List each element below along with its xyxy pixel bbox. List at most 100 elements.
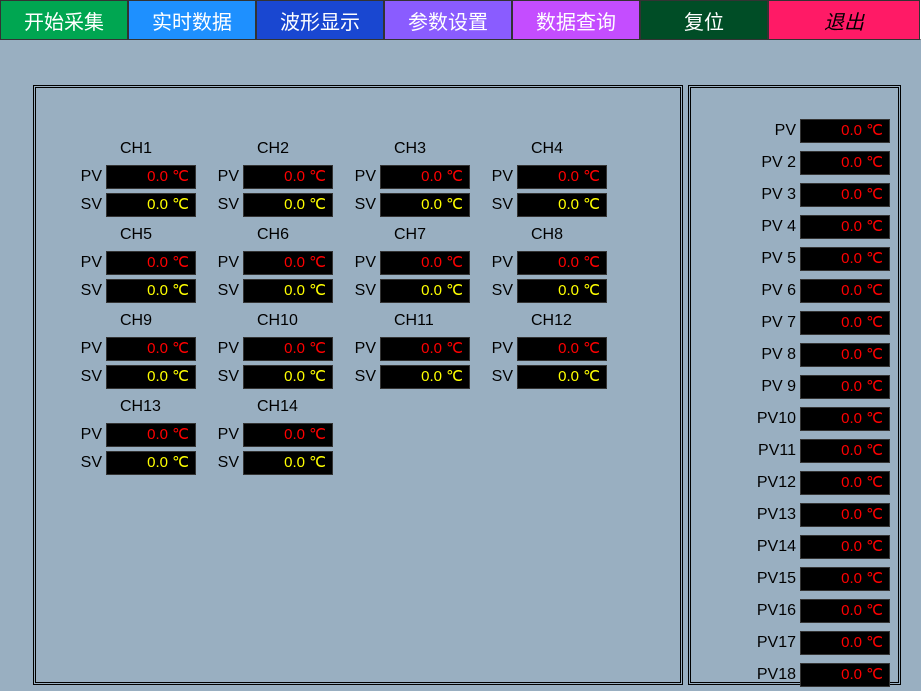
param-settings-button[interactable]: 参数设置 (384, 0, 512, 40)
sv-display: 0.0 ℃ (517, 193, 607, 217)
pv-list-display: 0.0 ℃ (800, 503, 890, 527)
data-query-button[interactable]: 数据查询 (512, 0, 640, 40)
pv-display: 0.0 ℃ (517, 165, 607, 189)
realtime-data-button[interactable]: 实时数据 (128, 0, 256, 40)
sv-display: 0.0 ℃ (380, 279, 470, 303)
channel-block: CH3PV0.0 ℃SV0.0 ℃ (350, 140, 485, 218)
start-acquire-button[interactable]: 开始采集 (0, 0, 128, 40)
pv-list-label: PV11 (758, 442, 796, 460)
pv-display: 0.0 ℃ (106, 251, 196, 275)
pv-display: 0.0 ℃ (243, 165, 333, 189)
pv-list-display: 0.0 ℃ (800, 279, 890, 303)
sv-label: SV (213, 282, 239, 300)
waveform-button[interactable]: 波形显示 (256, 0, 384, 40)
pv-list-label: PV 2 (761, 154, 796, 172)
pv-display: 0.0 ℃ (243, 423, 333, 447)
sv-label: SV (76, 368, 102, 386)
pv-list-label: PV18 (757, 666, 796, 684)
pv-list-display: 0.0 ℃ (800, 215, 890, 239)
exit-button[interactable]: 退出 (768, 0, 920, 40)
channel-block: CH10PV0.0 ℃SV0.0 ℃ (213, 312, 348, 390)
sv-label: SV (487, 368, 513, 386)
channel-block: CH1PV0.0 ℃SV0.0 ℃ (76, 140, 211, 218)
pv-row: PV0.0 ℃ (213, 422, 348, 448)
pv-list-label: PV 3 (761, 186, 796, 204)
sv-display: 0.0 ℃ (243, 279, 333, 303)
pv-label: PV (487, 168, 513, 186)
pv-list-row: PV110.0 ℃ (699, 438, 890, 464)
pv-display: 0.0 ℃ (380, 251, 470, 275)
pv-list-row: PV150.0 ℃ (699, 566, 890, 592)
pv-list-label: PV 6 (761, 282, 796, 300)
sv-row: SV0.0 ℃ (76, 450, 211, 476)
pv-label: PV (487, 340, 513, 358)
pv-list-row: PV100.0 ℃ (699, 406, 890, 432)
pv-list-display: 0.0 ℃ (800, 663, 890, 687)
channel-block: CH4PV0.0 ℃SV0.0 ℃ (487, 140, 622, 218)
pv-display: 0.0 ℃ (106, 165, 196, 189)
pv-list-row: PV140.0 ℃ (699, 534, 890, 560)
pv-list-row: PV120.0 ℃ (699, 470, 890, 496)
reset-button[interactable]: 复位 (640, 0, 768, 40)
pv-list-label: PV16 (757, 602, 796, 620)
pv-list-label: PV 7 (761, 314, 796, 332)
pv-list-display: 0.0 ℃ (800, 375, 890, 399)
pv-list-row: PV 60.0 ℃ (699, 278, 890, 304)
pv-label: PV (350, 168, 376, 186)
pv-row: PV0.0 ℃ (76, 422, 211, 448)
sv-label: SV (350, 282, 376, 300)
pv-display: 0.0 ℃ (243, 337, 333, 361)
pv-display: 0.0 ℃ (106, 337, 196, 361)
channel-block: CH7 PV0.0 ℃ SV0.0 ℃ (350, 226, 485, 304)
pv-display: 0.0 ℃ (243, 251, 333, 275)
sv-label: SV (213, 454, 239, 472)
pv-row: PV0.0 ℃ (350, 336, 485, 362)
pv-list-label: PV10 (757, 410, 796, 428)
pv-label: PV (76, 168, 102, 186)
pv-row: PV0.0 ℃ (76, 336, 211, 362)
pv-row: PV0.0 ℃ (350, 164, 485, 190)
sv-display: 0.0 ℃ (106, 451, 196, 475)
pv-row: PV0.0 ℃ (213, 164, 348, 190)
pv-list-label: PV12 (757, 474, 796, 492)
channel-title: CH5 (76, 226, 211, 244)
pv-label: PV (213, 254, 239, 272)
channel-title: CH13 (76, 398, 211, 416)
channel-title: CH1 (76, 140, 211, 158)
pv-label: PV (213, 340, 239, 358)
pv-label: PV (76, 254, 102, 272)
sv-display: 0.0 ℃ (106, 279, 196, 303)
pv-display: 0.0 ℃ (106, 423, 196, 447)
pv-row: PV0.0 ℃ (350, 250, 485, 276)
pv-label: PV (213, 168, 239, 186)
sv-display: 0.0 ℃ (243, 365, 333, 389)
pv-display: 0.0 ℃ (380, 337, 470, 361)
pv-list-display: 0.0 ℃ (800, 151, 890, 175)
channel-title: CH14 (213, 398, 348, 416)
channel-block: CH5PV0.0 ℃SV0.0 ℃ (76, 226, 211, 304)
pv-list-display: 0.0 ℃ (800, 247, 890, 271)
pv-list-display: 0.0 ℃ (800, 407, 890, 431)
sv-label: SV (213, 196, 239, 214)
pv-list-display: 0.0 ℃ (800, 471, 890, 495)
pv-list-row: PV 90.0 ℃ (699, 374, 890, 400)
pv-row: PV0.0 ℃ (76, 250, 211, 276)
pv-list-row: PV 50.0 ℃ (699, 246, 890, 272)
sv-row: SV0.0 ℃ (213, 192, 348, 218)
pv-list-label: PV 8 (761, 346, 796, 364)
pv-list-display: 0.0 ℃ (800, 119, 890, 143)
sv-label: SV (76, 282, 102, 300)
channel-title: CH7 (350, 226, 485, 244)
pv-list-display: 0.0 ℃ (800, 439, 890, 463)
channel-title: CH4 (487, 140, 622, 158)
sv-label: SV (487, 282, 513, 300)
pv-list-row: PV170.0 ℃ (699, 630, 890, 656)
pv-label: PV (76, 340, 102, 358)
sv-row: SV0.0 ℃ (76, 364, 211, 390)
pv-row: PV0.0 ℃ (487, 164, 622, 190)
sv-label: SV (350, 196, 376, 214)
pv-row: PV0.0 ℃ (76, 164, 211, 190)
channel-title: CH12 (487, 312, 622, 330)
pv-list-row: PV 80.0 ℃ (699, 342, 890, 368)
sv-row: SV0.0 ℃ (350, 192, 485, 218)
